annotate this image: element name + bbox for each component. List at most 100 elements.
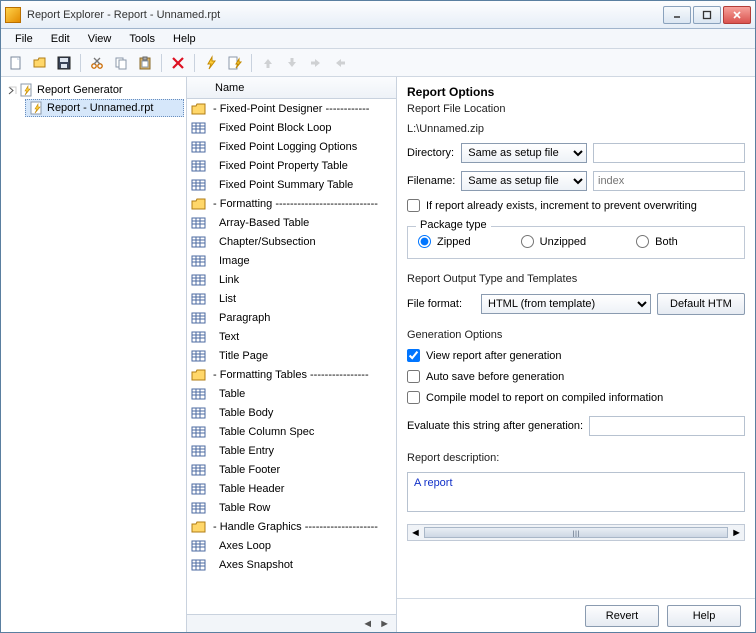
grid-icon (191, 463, 207, 477)
list-header[interactable]: Name (187, 77, 396, 99)
scroll-left-icon[interactable]: ◄ (410, 527, 421, 539)
bolt-doc-icon (20, 83, 34, 97)
package-radio-both[interactable] (636, 235, 649, 248)
package-radio-zipped[interactable] (418, 235, 431, 248)
gen-autosave-check[interactable]: Auto save before generation (407, 370, 745, 383)
tree-pane: Report Generator Report - Unnamed.rpt (1, 77, 187, 632)
package-legend: Package type (416, 219, 491, 231)
grid-icon (191, 330, 207, 344)
list-item[interactable]: Table Footer (187, 460, 396, 479)
list-item[interactable]: Table (187, 384, 396, 403)
gen-view-checkbox[interactable] (407, 349, 420, 362)
minimize-button[interactable] (663, 6, 691, 24)
list-item[interactable]: Fixed Point Property Table (187, 156, 396, 175)
list-folder[interactable]: - Formatting ---------------------------… (187, 194, 396, 213)
gen-autosave-checkbox[interactable] (407, 370, 420, 383)
list-item[interactable]: Link (187, 270, 396, 289)
cut-icon[interactable] (86, 52, 108, 74)
list-item-label: Table Footer (213, 464, 280, 476)
paste-icon[interactable] (134, 52, 156, 74)
help-button[interactable]: Help (667, 605, 741, 627)
tree-root[interactable]: Report Generator (3, 81, 184, 99)
grid-icon (191, 273, 207, 287)
list-item[interactable]: Title Page (187, 346, 396, 365)
package-zipped[interactable]: Zipped (418, 235, 471, 248)
list-item-label: Fixed Point Logging Options (213, 141, 357, 153)
increment-checkbox[interactable] (407, 199, 420, 212)
revert-button[interactable]: Revert (585, 605, 659, 627)
menu-view[interactable]: View (80, 31, 120, 47)
h-scrollbar[interactable]: ◄ III ► (407, 524, 745, 541)
menubar: FileEditViewToolsHelp (1, 29, 755, 49)
file-path: L:\Unnamed.zip (407, 123, 745, 135)
close-button[interactable] (723, 6, 751, 24)
list-item[interactable]: Axes Snapshot (187, 555, 396, 574)
component-list[interactable]: - Fixed-Point Designer ------------ Fixed… (187, 99, 396, 614)
list-item[interactable]: Text (187, 327, 396, 346)
list-item[interactable]: Axes Loop (187, 536, 396, 555)
list-item[interactable]: Fixed Point Summary Table (187, 175, 396, 194)
description-box[interactable]: A report (407, 472, 745, 512)
list-folder[interactable]: - Handle Graphics -------------------- (187, 517, 396, 536)
grid-icon (191, 482, 207, 496)
delete-icon[interactable] (167, 52, 189, 74)
package-radio-unzipped[interactable] (521, 235, 534, 248)
list-item[interactable]: Table Column Spec (187, 422, 396, 441)
list-item[interactable]: Fixed Point Block Loop (187, 118, 396, 137)
fileformat-select[interactable]: HTML (from template) (481, 294, 651, 314)
list-item[interactable]: Fixed Point Logging Options (187, 137, 396, 156)
arrow-right-icon (305, 52, 327, 74)
gen-compile-checkbox[interactable] (407, 391, 420, 404)
list-item-label: Axes Snapshot (213, 559, 293, 571)
gen-view-check[interactable]: View report after generation (407, 349, 745, 362)
gen-compile-check[interactable]: Compile model to report on compiled info… (407, 391, 745, 404)
directory-input[interactable] (593, 143, 745, 163)
copy-icon[interactable] (110, 52, 132, 74)
scroll-thumb[interactable]: III (424, 527, 728, 538)
maximize-button[interactable] (693, 6, 721, 24)
list-item[interactable]: List (187, 289, 396, 308)
list-folder[interactable]: - Fixed-Point Designer ------------ (187, 99, 396, 118)
list-item-label: - Formatting Tables ---------------- (213, 369, 369, 381)
bolt-page-icon[interactable] (224, 52, 246, 74)
list-folder[interactable]: - Formatting Tables ---------------- (187, 365, 396, 384)
menu-file[interactable]: File (7, 31, 41, 47)
list-item[interactable]: Table Body (187, 403, 396, 422)
list-item-label: Table Column Spec (213, 426, 314, 438)
list-item[interactable]: Table Entry (187, 441, 396, 460)
grid-icon (191, 444, 207, 458)
save-icon[interactable] (53, 52, 75, 74)
footer-left-icon[interactable]: ◄ (362, 618, 373, 630)
filename-select[interactable]: Same as setup file (461, 171, 587, 191)
footer-right-icon[interactable]: ► (379, 618, 390, 630)
menu-tools[interactable]: Tools (121, 31, 163, 47)
list-item[interactable]: Array-Based Table (187, 213, 396, 232)
tree-caret-icon[interactable] (7, 85, 17, 95)
list-item-label: - Fixed-Point Designer ------------ (213, 103, 369, 115)
list-item[interactable]: Image (187, 251, 396, 270)
menu-edit[interactable]: Edit (43, 31, 78, 47)
menu-help[interactable]: Help (165, 31, 204, 47)
grid-icon (191, 406, 207, 420)
list-item-label: Title Page (213, 350, 268, 362)
list-item[interactable]: Chapter/Subsection (187, 232, 396, 251)
default-template-button[interactable]: Default HTM (657, 293, 745, 315)
bolt-doc-icon (30, 101, 44, 115)
bolt-icon[interactable] (200, 52, 222, 74)
list-item[interactable]: Paragraph (187, 308, 396, 327)
tree-child[interactable]: Report - Unnamed.rpt (25, 99, 184, 117)
directory-select[interactable]: Same as setup file (461, 143, 587, 163)
package-unzipped[interactable]: Unzipped (521, 235, 586, 248)
eval-input[interactable] (589, 416, 745, 436)
increment-check[interactable]: If report already exists, increment to p… (407, 199, 745, 212)
list-item[interactable]: Table Row (187, 498, 396, 517)
new-icon[interactable] (5, 52, 27, 74)
list-item-label: Axes Loop (213, 540, 271, 552)
grid-icon (191, 387, 207, 401)
scroll-right-icon[interactable]: ► (731, 527, 742, 539)
filename-input[interactable] (593, 171, 745, 191)
grid-icon (191, 140, 207, 154)
open-icon[interactable] (29, 52, 51, 74)
package-both[interactable]: Both (636, 235, 678, 248)
list-item[interactable]: Table Header (187, 479, 396, 498)
